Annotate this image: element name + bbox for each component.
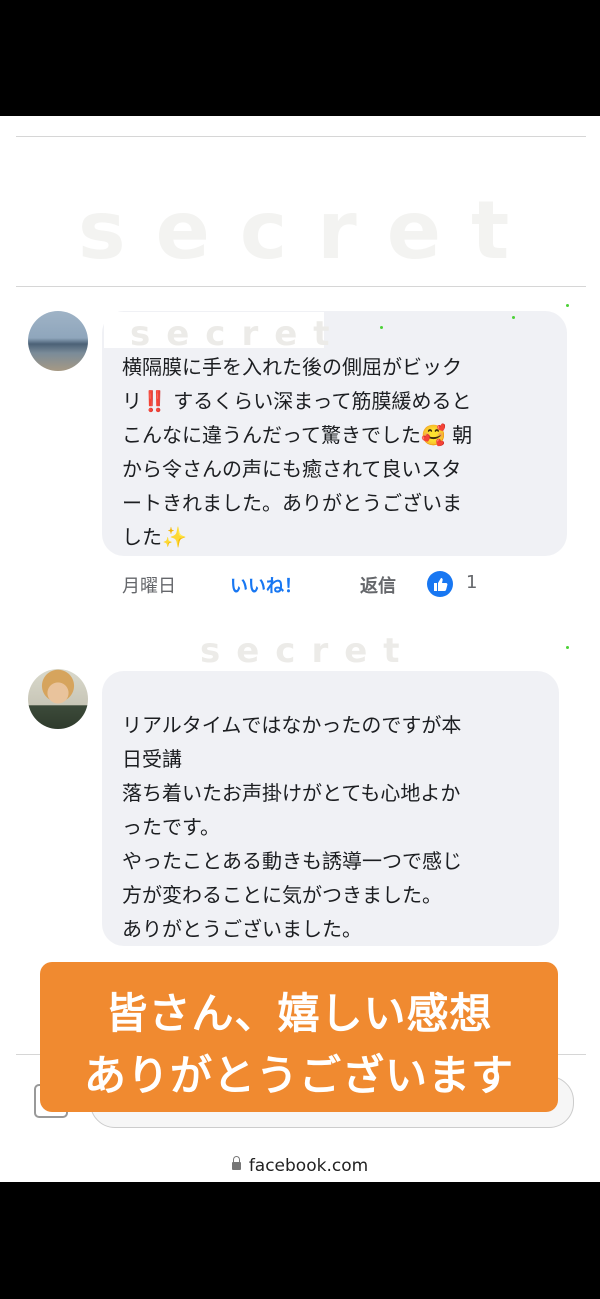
watermark: secret — [200, 631, 416, 671]
comment-timestamp[interactable]: 月曜日 — [122, 572, 176, 598]
reply-button[interactable]: 返信 — [360, 572, 396, 598]
sparkle-dot — [380, 326, 383, 329]
like-reaction-icon — [427, 571, 453, 597]
comment-text: リアルタイムではなかったのですが本 日受講 落ち着いたお声掛けがとても心地よか … — [122, 713, 462, 941]
watermark: secret — [130, 314, 346, 354]
banner-line-1: 皆さん、嬉しい感想 — [105, 989, 493, 1038]
divider — [16, 286, 586, 287]
sparkle-dot — [566, 646, 569, 649]
comment-text: 横隔膜に手を入れた後の側屈がビック リ‼️ するくらい深まって筋膜緩めると こん… — [122, 355, 473, 549]
divider — [16, 136, 586, 137]
watermark: secret — [78, 184, 540, 277]
sparkle-dot — [512, 316, 515, 319]
like-button[interactable]: いいね！ — [230, 572, 302, 598]
url-bar[interactable]: facebook.com — [0, 1156, 600, 1182]
bottom-bar — [0, 1182, 600, 1299]
banner-line-2: ありがとうございます — [83, 1051, 514, 1100]
like-count: 1 — [466, 572, 478, 593]
avatar[interactable] — [28, 311, 88, 371]
overlay-banner: 皆さん、嬉しい感想 ありがとうございます — [40, 962, 558, 1112]
status-bar — [0, 0, 600, 116]
url-text: facebook.com — [248, 1156, 369, 1176]
lock-icon — [231, 1156, 241, 1170]
sparkle-dot — [566, 304, 569, 307]
avatar[interactable] — [28, 669, 88, 729]
facebook-comments-page: secret secret 横隔膜に手を入れた後の側屈がビック リ‼️ するくら… — [0, 116, 600, 1182]
